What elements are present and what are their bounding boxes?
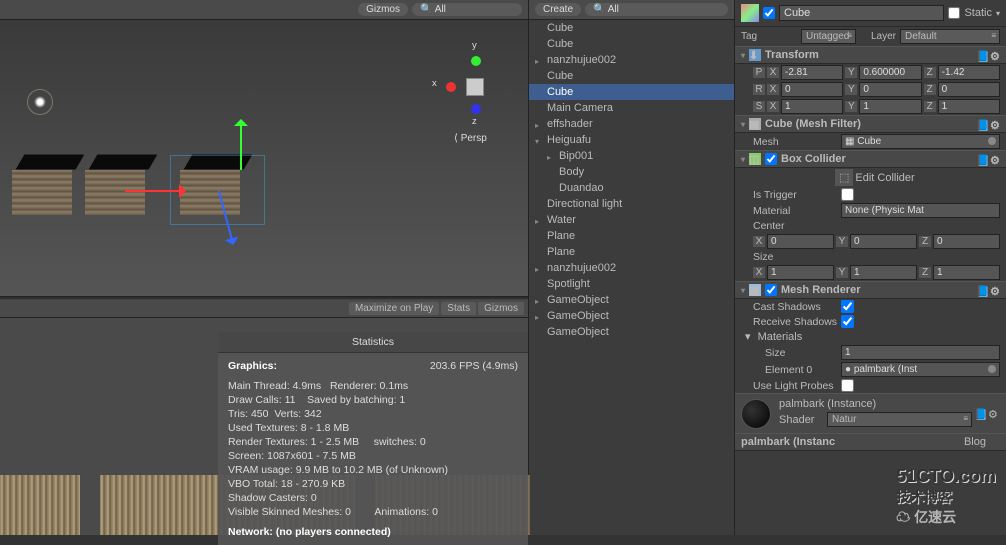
gear-icon[interactable]: ⚙: [990, 285, 1002, 297]
orientation-gizmo[interactable]: x y z: [440, 44, 510, 134]
static-checkbox[interactable]: [948, 7, 960, 19]
mesh-renderer-header[interactable]: ▾▦ Mesh Renderer 📘⚙: [735, 281, 1006, 299]
scene-toolbar: Gizmos 🔍 All: [0, 0, 528, 20]
box-collider-header[interactable]: ▾◫ Box Collider 📘⚙: [735, 150, 1006, 168]
collider-enable[interactable]: [765, 153, 777, 165]
light-probes-check[interactable]: [841, 379, 854, 392]
tag-dropdown[interactable]: Untagged: [801, 29, 856, 44]
rot-y[interactable]: [859, 82, 921, 97]
hierarchy-item[interactable]: ▸GameObject: [529, 308, 734, 324]
gear-icon[interactable]: ⚙: [990, 50, 1002, 62]
cast-shadows-check[interactable]: [841, 300, 854, 313]
layer-dropdown[interactable]: Default: [900, 29, 1000, 44]
hierarchy-item[interactable]: Cube: [529, 84, 734, 100]
shader-dropdown[interactable]: Natur: [827, 412, 972, 427]
create-dropdown[interactable]: Create: [535, 3, 581, 16]
hierarchy-item[interactable]: ▸Bip001: [529, 148, 734, 164]
center-x[interactable]: [767, 234, 834, 249]
light-icon: [34, 96, 46, 108]
stats-toggle[interactable]: Stats: [441, 302, 476, 315]
gear-icon[interactable]: ⚙: [988, 408, 1000, 420]
scene-search[interactable]: 🔍 All: [412, 3, 522, 16]
help-icon[interactable]: 📘: [976, 50, 988, 62]
active-checkbox[interactable]: [763, 7, 775, 19]
game-panel: Maximize on Play Stats Gizmos Statistics…: [0, 300, 528, 535]
selection-box: [170, 155, 265, 225]
scale-y[interactable]: [859, 99, 921, 114]
center-z[interactable]: [933, 234, 1000, 249]
rot-z[interactable]: [938, 82, 1000, 97]
hierarchy-item[interactable]: Body: [529, 164, 734, 180]
hierarchy-item[interactable]: ▸GameObject: [529, 292, 734, 308]
gear-icon[interactable]: ⚙: [990, 119, 1002, 131]
hierarchy-item[interactable]: ▸nanzhujue002: [529, 260, 734, 276]
stats-overlay: Statistics Graphics:203.6 FPS (4.9ms) Ma…: [218, 332, 528, 545]
mat-size[interactable]: [841, 345, 1000, 360]
hierarchy-item[interactable]: Cube: [529, 20, 734, 36]
tag-label: Tag: [741, 31, 797, 42]
stats-title: Statistics: [218, 332, 528, 353]
transform-header[interactable]: ▾⬇ Transform 📘⚙: [735, 46, 1006, 64]
help-icon[interactable]: 📘: [976, 119, 988, 131]
hierarchy-toolbar: Create 🔍 All: [529, 0, 734, 20]
material-name: palmbark (Instance): [779, 398, 972, 410]
size-x[interactable]: [767, 265, 834, 280]
scene-view[interactable]: x y z ⟨ Persp: [0, 20, 528, 296]
inspector-panel: Static ▾ Tag Untagged Layer Default ▾⬇ T…: [734, 0, 1006, 535]
scale-x[interactable]: [781, 99, 843, 114]
hierarchy-item[interactable]: ▸Water: [529, 212, 734, 228]
hierarchy-list[interactable]: CubeCube▸nanzhujue002CubeCubeMain Camera…: [529, 20, 734, 535]
maximize-toggle[interactable]: Maximize on Play: [349, 302, 439, 315]
size-y[interactable]: [850, 265, 917, 280]
hierarchy-panel: Create 🔍 All CubeCube▸nanzhujue002CubeCu…: [528, 0, 734, 535]
hierarchy-item[interactable]: Main Camera: [529, 100, 734, 116]
element-0-field[interactable]: ● palmbark (Inst: [841, 362, 1000, 377]
hierarchy-item[interactable]: Spotlight: [529, 276, 734, 292]
renderer-enable[interactable]: [765, 284, 777, 296]
center-y[interactable]: [850, 234, 917, 249]
gear-icon[interactable]: ⚙: [990, 154, 1002, 166]
help-icon[interactable]: 📘: [974, 408, 986, 420]
game-view[interactable]: Statistics Graphics:203.6 FPS (4.9ms) Ma…: [0, 318, 528, 535]
is-trigger-check[interactable]: [841, 188, 854, 201]
receive-shadows-check[interactable]: [841, 315, 854, 328]
gameobject-icon: [741, 4, 759, 22]
hierarchy-item[interactable]: ▾Heiguafu: [529, 132, 734, 148]
mesh-field[interactable]: ▦ Cube: [841, 134, 1000, 149]
persp-label[interactable]: ⟨ Persp: [454, 133, 487, 144]
hierarchy-search[interactable]: 🔍 All: [585, 3, 728, 16]
edit-collider-btn[interactable]: ⬚: [835, 169, 853, 186]
static-label[interactable]: Static: [964, 7, 992, 19]
scale-z[interactable]: [938, 99, 1000, 114]
hierarchy-item[interactable]: Cube: [529, 68, 734, 84]
game-toolbar: Maximize on Play Stats Gizmos: [0, 300, 528, 318]
object-name-field[interactable]: [779, 5, 944, 21]
hierarchy-item[interactable]: GameObject: [529, 324, 734, 340]
pos-y[interactable]: [859, 65, 921, 80]
gizmos-dropdown[interactable]: Gizmos: [358, 3, 408, 16]
material-preview: [741, 399, 771, 429]
pos-z[interactable]: [938, 65, 1000, 80]
hierarchy-item[interactable]: ▸effshader: [529, 116, 734, 132]
help-icon[interactable]: 📘: [976, 285, 988, 297]
hierarchy-item[interactable]: Directional light: [529, 196, 734, 212]
physic-material-field[interactable]: None (Physic Mat: [841, 203, 1000, 218]
mesh-filter-header[interactable]: ▾▦ Cube (Mesh Filter) 📘⚙: [735, 115, 1006, 133]
hierarchy-item[interactable]: Cube: [529, 36, 734, 52]
hierarchy-item[interactable]: Plane: [529, 244, 734, 260]
hierarchy-item[interactable]: ▸nanzhujue002: [529, 52, 734, 68]
help-icon[interactable]: 📘: [976, 154, 988, 166]
hierarchy-item[interactable]: Duandao: [529, 180, 734, 196]
size-z[interactable]: [933, 265, 1000, 280]
layer-label: Layer: [860, 31, 896, 42]
hierarchy-item[interactable]: Plane: [529, 228, 734, 244]
game-gizmos-toggle[interactable]: Gizmos: [478, 302, 524, 315]
scene-panel: Gizmos 🔍 All x y z ⟨ Pers: [0, 0, 528, 296]
rot-x[interactable]: [781, 82, 843, 97]
mesh-label: Mesh: [753, 136, 839, 148]
pos-x[interactable]: [781, 65, 843, 80]
